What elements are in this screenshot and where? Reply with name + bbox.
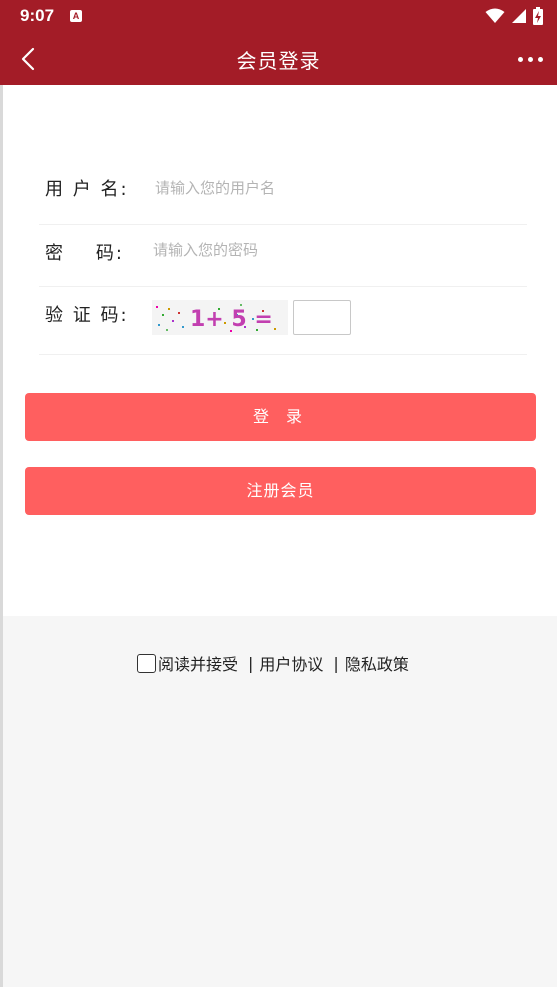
notification-badge-icon: A — [70, 10, 82, 22]
login-form-panel: 用 户 名: 密 码: 验 证 码: 1+ 5 = 登 录 注册会员 — [3, 85, 557, 616]
register-button[interactable]: 注册会员 — [25, 467, 536, 515]
login-button[interactable]: 登 录 — [25, 393, 536, 441]
agreement-row: 阅读并接受 | 用户协议 | 隐私政策 — [137, 651, 409, 675]
status-icons — [485, 7, 543, 25]
captcha-image[interactable]: 1+ 5 = — [152, 300, 288, 335]
agree-checkbox[interactable] — [137, 653, 156, 673]
status-bar: 9:07 A — [0, 0, 557, 33]
captcha-label: 验 证 码: — [45, 305, 129, 326]
page-title: 会员登录 — [236, 49, 321, 73]
separator: | — [248, 653, 254, 673]
cellular-signal-icon — [512, 9, 526, 23]
password-row: 密 码: — [39, 225, 527, 287]
username-input[interactable] — [155, 175, 455, 201]
battery-charging-icon — [533, 7, 543, 25]
password-input[interactable] — [153, 237, 453, 263]
password-label: 密 码: — [45, 243, 124, 264]
privacy-policy-link[interactable]: 隐私政策 — [345, 651, 409, 675]
captcha-row: 验 证 码: 1+ 5 = — [39, 287, 527, 355]
user-agreement-link[interactable]: 用户协议 — [259, 651, 323, 675]
app-header: 会员登录 — [0, 33, 557, 85]
agree-text: 阅读并接受 — [158, 655, 239, 674]
wifi-icon — [485, 8, 505, 23]
status-time: 9:07 — [20, 6, 55, 25]
captcha-text: 1+ 5 = — [190, 307, 273, 332]
username-label: 用 户 名: — [45, 179, 129, 200]
more-horizontal-icon[interactable] — [518, 57, 543, 62]
captcha-input[interactable] — [293, 300, 351, 335]
separator: | — [333, 653, 339, 673]
username-row: 用 户 名: — [39, 155, 527, 225]
